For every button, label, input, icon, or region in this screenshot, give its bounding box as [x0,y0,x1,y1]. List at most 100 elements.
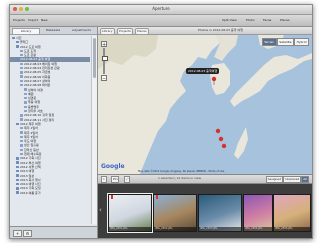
title-bar: Aperture [10,5,312,15]
tab-library[interactable]: Library [12,28,40,34]
map-zoom-control[interactable]: + − [101,41,108,82]
map-type-hybrid[interactable]: Hybrid [294,38,309,46]
tab-metadata[interactable]: Metadata [40,28,66,33]
map-toolbar: ⌖ Pin ⤢ 1 selected | 12 items in view As… [98,174,312,184]
main-toolbar: Projects Import New Split View Photo Fac… [10,15,312,27]
folder-icon [16,191,19,194]
filmstrip-photo[interactable]: IMG_2302.JPG [153,194,197,232]
add-button[interactable]: + [13,230,22,237]
sidebar-tabs: Library Metadata Adjustments [10,27,97,35]
photo-caption: IMG_2302.JPG [154,227,196,231]
zoom-in-button[interactable]: + [101,41,107,48]
photo-caption: IMG_2301.JPG [109,227,151,231]
toolbar-projects-button[interactable]: Projects [13,18,25,22]
expand-button[interactable]: ⤢ [124,176,131,183]
folder-icon [20,148,23,151]
folder-icon [16,187,19,190]
toolbar-photo-button[interactable]: Photo [246,18,255,22]
gear-icon[interactable]: ⚙ [23,230,32,237]
folder-icon [24,105,27,108]
folder-icon [20,118,23,121]
folder-icon [24,88,27,91]
folder-icon [20,127,23,130]
folder-icon [20,152,23,156]
folder-icon [16,58,19,61]
toolbar-new-button[interactable]: New [41,18,48,22]
folder-icon [20,135,23,139]
flag-icon [111,195,113,199]
folder-icon [12,36,15,40]
map-type-satellite[interactable]: Satellite [276,38,295,46]
zoom-slider[interactable] [102,48,108,74]
zoom-slider-knob[interactable] [102,56,108,61]
sidebar-item[interactable]: 2014 여름 휴가 [10,191,90,195]
filter-assigned[interactable]: Assigned [265,176,284,183]
filter-all[interactable]: All [301,176,309,183]
folder-icon [16,170,19,173]
map-canvas [98,35,312,174]
filmstrip: ‹ › IMG_2301.JPGIMG_2302.JPGIMG_2303.JPG… [98,184,312,238]
filter-unplaced[interactable]: Unplaced [283,176,302,183]
locate-button[interactable]: ⌖ [101,176,107,183]
folder-icon [20,114,23,117]
folder-icon [16,174,19,177]
map-attribution: Map data ©2012 Google, Kingway, SK plane… [138,170,225,173]
folder-icon [20,84,23,87]
aperture-window: Aperture Projects Import New Split View … [9,4,313,239]
map-pin-1[interactable] [215,128,221,134]
folder-icon [20,131,23,134]
zoom-out-button[interactable]: − [101,75,107,82]
folder-icon [24,109,27,113]
folder-icon [16,122,19,126]
folder-icon [20,62,23,65]
toolbar-splitview-button[interactable]: Split View [222,18,237,22]
folder-icon [16,41,19,44]
flag-icon [156,195,158,199]
library-sidebar: Library Metadata Adjustments 사진 플래그 2012 도… [10,27,98,226]
toolbar-places-button[interactable]: Places [280,18,290,22]
folder-icon [20,139,23,143]
places-map[interactable]: 2012.08.03 중국여행 + − Terrain Satellite Hybr… [98,35,312,174]
filmstrip-prev-icon[interactable]: ‹ [99,206,102,214]
folder-icon [16,45,19,48]
map-type-terrain[interactable]: Terrain [261,38,277,46]
folder-icon [16,165,19,169]
breadcrumb-places[interactable]: Places [135,28,149,35]
folder-icon [16,182,19,186]
folder-icon [24,92,27,96]
google-logo: Google [101,163,125,170]
tab-adjustments[interactable]: Adjustments [68,28,95,33]
folder-icon [20,79,23,83]
map-callout: 2012.08.03 중국여행 [186,68,220,74]
map-status: 1 selected | 12 items in view [158,176,202,180]
toolbar-faces-button[interactable]: Faces [263,18,271,22]
breadcrumb-library[interactable]: Library [100,28,115,35]
folder-icon [16,178,19,181]
filmstrip-photo[interactable]: IMG_2304.JPG [243,194,273,232]
photo-caption: IMG_2304.JPG [244,227,272,231]
toolbar-import-button[interactable]: Import [28,18,38,22]
folder-icon [20,66,23,70]
folder-icon [20,71,23,74]
filmstrip-photo[interactable]: IMG_2301.JPG [107,193,153,233]
map-pin-3[interactable] [221,143,227,149]
map-type-control: Terrain Satellite Hybrid [261,38,309,46]
main-area: Library Projects Places Photos in 2012.0… [98,27,312,238]
library-tree: 사진 플래그 2012 도쿄 여행 도쿄 도착 도쿄 관광 2012.08.03 중국 여… [10,36,90,195]
sidebar-scroll-thumb[interactable] [93,38,96,78]
breadcrumb-projects[interactable]: Projects [117,28,133,35]
folder-icon [24,96,27,100]
photo-caption: IMG_2303.JPG [199,227,241,231]
filmstrip-photo[interactable]: IMG_2303.JPG [198,194,242,232]
folder-icon [24,101,27,104]
placement-filter: Assigned Unplaced All [265,176,309,183]
pin-button[interactable]: Pin [111,176,120,183]
sidebar-scrollbar[interactable] [91,36,97,224]
folder-icon [20,75,23,78]
filmstrip-photo[interactable]: IMG_2305.JPG [273,194,311,232]
photo-caption: IMG_2305.JPG [274,227,310,231]
window-title: Aperture [152,6,170,11]
breadcrumb-current: Photos in 2012.08.03 중국 여행 [198,28,243,32]
map-pin-2[interactable] [218,136,224,142]
folder-icon [20,49,23,53]
